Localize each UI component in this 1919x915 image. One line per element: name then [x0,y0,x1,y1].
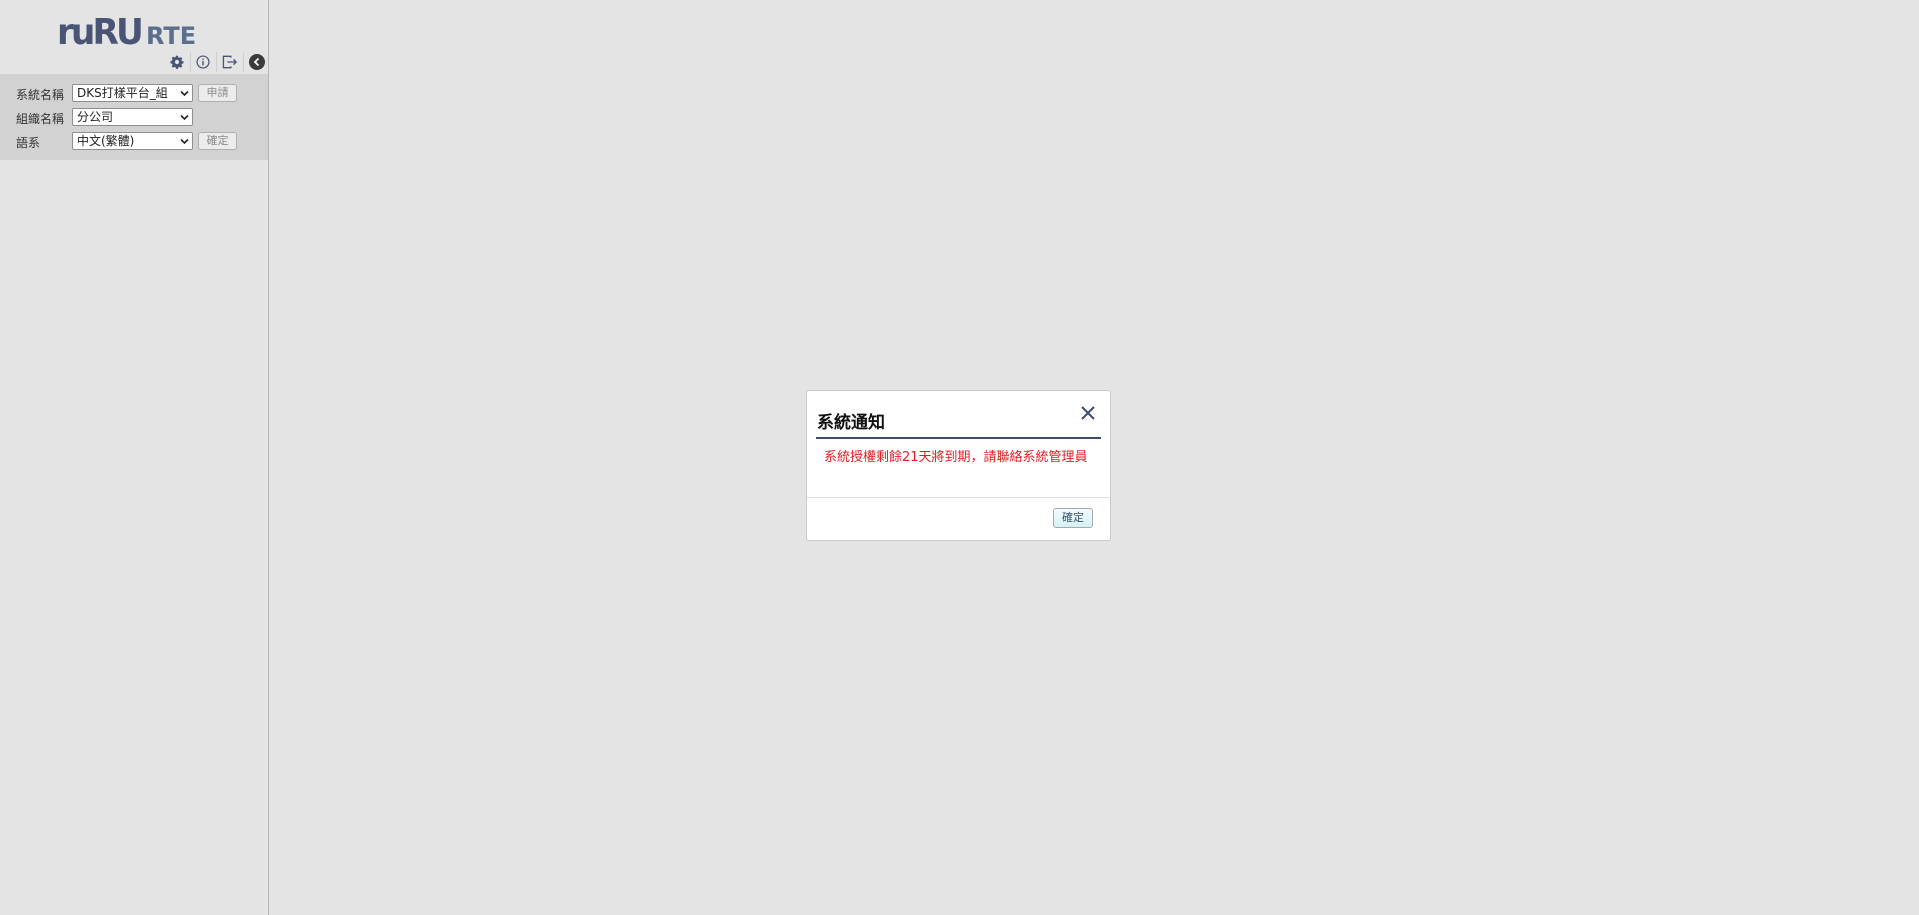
chevron-down-icon [180,114,189,121]
chevron-down-icon [180,90,189,97]
system-row: 系統名稱 DKS打樣平台_組 申請 [0,82,268,104]
system-select[interactable]: DKS打樣平台_組 [72,84,193,102]
org-label: 組織名稱 [16,112,65,126]
system-selection-form: 系統名稱 DKS打樣平台_組 申請 組織名稱 分公司 語系 中文(繁體) 確定 [0,74,268,160]
dialog-title-divider [816,437,1101,439]
org-select[interactable]: 分公司 [72,108,193,126]
chevron-down-icon [180,138,189,145]
system-select-value: DKS打樣平台_組 [77,86,168,100]
language-label: 語系 [16,136,41,150]
system-notice-dialog: 系統通知 系統授權剩餘21天將到期，請聯絡系統管理員 確定 [806,390,1111,541]
sidebar: ruRU RTE 系統名稱 DKS打樣平台_組 申請 組織名稱 分公司 語系 中… [0,0,269,915]
app-logo: ruRU RTE [57,9,197,49]
sidebar-toolbar [0,51,268,73]
close-icon[interactable] [1080,405,1096,421]
info-icon[interactable] [192,52,214,72]
org-select-value: 分公司 [77,110,114,124]
apply-button[interactable]: 申請 [198,84,237,102]
dialog-message: 系統授權剩餘21天將到期，請聯絡系統管理員 [824,450,1088,465]
dialog-title: 系統通知 [817,413,885,433]
org-row: 組織名稱 分公司 [0,106,268,128]
dialog-footer-divider [807,497,1110,498]
logo-text-left: ruRU [57,12,141,49]
logout-icon[interactable] [219,52,241,72]
language-select-value: 中文(繁體) [77,134,135,148]
confirm-button[interactable]: 確定 [198,132,237,150]
ok-button[interactable]: 確定 [1053,508,1093,528]
language-select[interactable]: 中文(繁體) [72,132,193,150]
collapse-icon[interactable] [246,52,268,72]
system-label: 系統名稱 [16,88,65,102]
logo-text-right: RTE [146,22,196,49]
language-row: 語系 中文(繁體) 確定 [0,130,268,152]
gear-icon[interactable] [166,52,188,72]
